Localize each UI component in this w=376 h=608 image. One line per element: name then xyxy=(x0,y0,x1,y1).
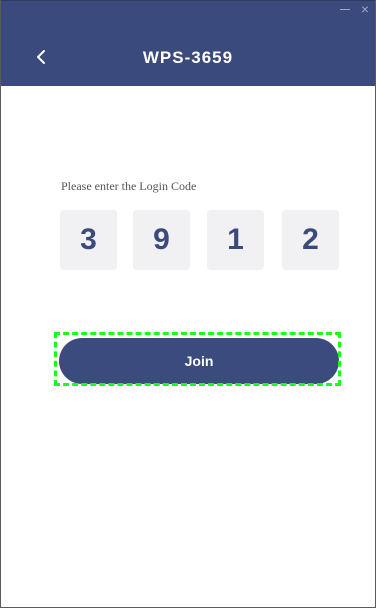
code-digit-3[interactable]: 1 xyxy=(207,210,264,270)
window-top-edge xyxy=(1,0,375,1)
close-icon[interactable]: × xyxy=(357,1,373,17)
code-digit-1[interactable]: 3 xyxy=(60,210,117,270)
code-digit-4[interactable]: 2 xyxy=(282,210,339,270)
login-code-row: 3 9 1 2 xyxy=(1,210,375,270)
code-digit-2[interactable]: 9 xyxy=(133,210,190,270)
app-window: × WPS-3659 Please enter the Login Code 3… xyxy=(0,0,376,608)
join-button[interactable]: Join xyxy=(59,338,339,384)
login-code-prompt: Please enter the Login Code xyxy=(61,179,197,193)
minimize-icon[interactable] xyxy=(340,9,350,10)
header-bar: × WPS-3659 xyxy=(1,0,375,86)
page-title: WPS-3659 xyxy=(142,48,234,67)
